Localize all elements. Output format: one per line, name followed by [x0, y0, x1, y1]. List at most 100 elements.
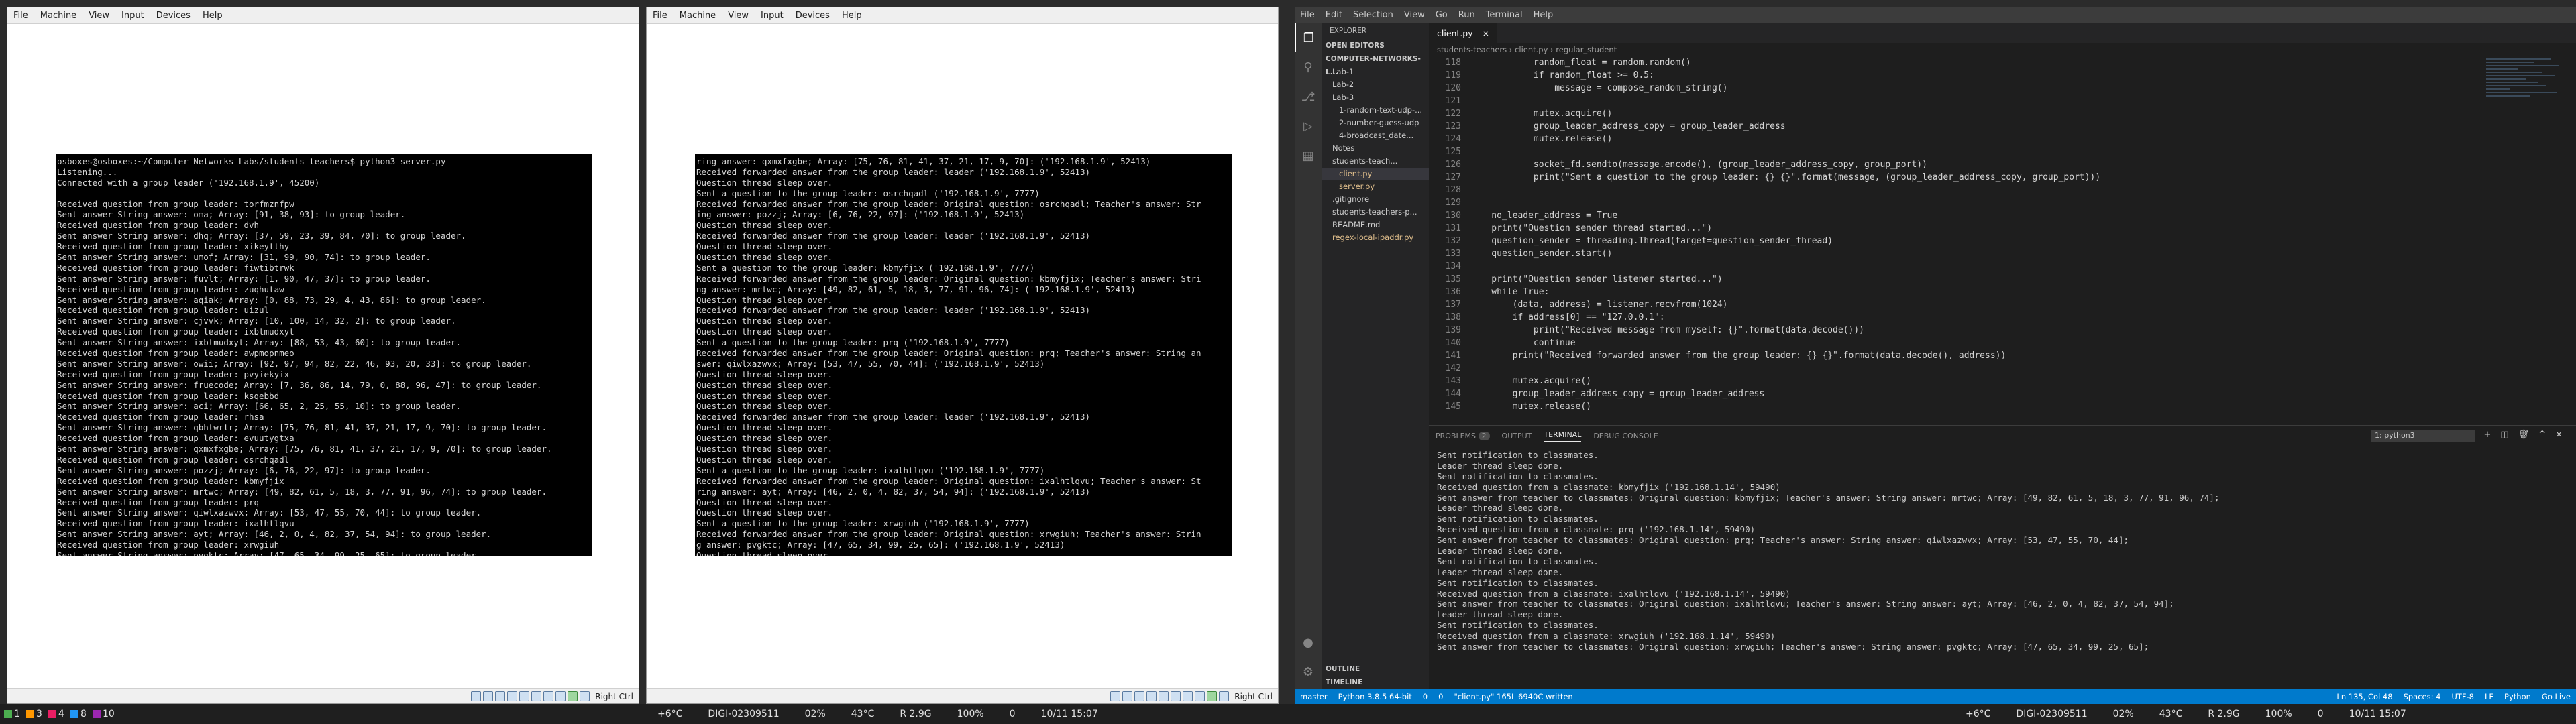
tree-item[interactable]: Notes [1322, 142, 1429, 155]
workspace-color-icon [4, 710, 12, 718]
cursor-position[interactable]: Ln 135, Col 48 [2331, 692, 2398, 701]
vm2-menu-machine[interactable]: Machine [674, 11, 722, 21]
optical-icon[interactable] [483, 691, 494, 701]
tree-item[interactable]: .gitignore [1322, 193, 1429, 206]
recording-icon[interactable] [555, 691, 566, 701]
integrated-terminal[interactable]: Sent notification to classmates. Leader t… [1437, 450, 2569, 689]
audio-icon[interactable] [495, 691, 506, 701]
code-text: print("Question sender listener started.… [1470, 274, 1723, 284]
extensions-icon[interactable]: ▦ [1295, 141, 1322, 170]
branch-status[interactable]: master [1295, 692, 1333, 701]
tab-output[interactable]: OUTPUT [1502, 432, 1532, 440]
open-editors-section[interactable]: OPEN EDITORS [1322, 39, 1429, 52]
outline-section[interactable]: OUTLINE [1322, 662, 1429, 676]
go-live[interactable]: Go Live [2536, 692, 2576, 701]
maximize-panel-icon[interactable]: ^ [2538, 430, 2546, 440]
tab-terminal[interactable]: TERMINAL [1544, 430, 1582, 442]
code-editor[interactable]: 118 random_float = random.random() 119 if… [1429, 56, 2482, 425]
vm1-menu-help[interactable]: Help [197, 11, 229, 21]
manage-gear-icon[interactable]: ⚙ [1295, 657, 1322, 686]
tree-item[interactable]: students-teach... [1322, 155, 1429, 168]
vm2-menu-view[interactable]: View [722, 11, 755, 21]
workspace-section[interactable]: COMPUTER-NETWORKS-L... [1322, 52, 1429, 76]
vsc-menu-file[interactable]: File [1295, 10, 1320, 20]
tree-item[interactable]: README.md [1322, 219, 1429, 231]
vm1-menu-input[interactable]: Input [115, 11, 150, 21]
workspace-button[interactable]: 10 [93, 709, 115, 719]
warnings-count[interactable]: 0 [1433, 692, 1448, 701]
vm2-menu-file[interactable]: File [647, 11, 674, 21]
vm1-menu-machine[interactable]: Machine [34, 11, 83, 21]
shared-folder-icon[interactable] [1171, 691, 1181, 701]
eol[interactable]: LF [2479, 692, 2499, 701]
display-icon[interactable] [543, 691, 554, 701]
vm2-menu-input[interactable]: Input [755, 11, 790, 21]
split-terminal-icon[interactable]: ◫ [2500, 430, 2508, 440]
kill-terminal-icon[interactable]: 🗑 [2518, 430, 2530, 440]
vm1-menu-devices[interactable]: Devices [150, 11, 197, 21]
timeline-section[interactable]: TIMELINE [1322, 676, 1429, 689]
language-mode[interactable]: Python [2499, 692, 2536, 701]
tree-item[interactable]: server.py [1322, 180, 1429, 193]
audio-icon[interactable] [1134, 691, 1145, 701]
vm2-menu-devices[interactable]: Devices [790, 11, 836, 21]
recording-icon[interactable] [1195, 691, 1205, 701]
tab-debug-console[interactable]: DEBUG CONSOLE [1593, 432, 1658, 440]
encoding[interactable]: UTF-8 [2446, 692, 2479, 701]
tree-item[interactable]: 4-broadcast_date... [1322, 129, 1429, 142]
tree-item[interactable]: Lab-1 [1322, 66, 1429, 78]
display-icon[interactable] [1183, 691, 1193, 701]
cpu-indicator-icon[interactable] [568, 691, 578, 701]
vsc-menu-terminal[interactable]: Terminal [1481, 10, 1528, 20]
tree-item[interactable]: students-teachers-p... [1322, 206, 1429, 219]
account-icon[interactable]: ● [1295, 627, 1322, 657]
close-panel-icon[interactable]: × [2555, 430, 2563, 440]
vm1-terminal[interactable]: osboxes@osboxes:~/Computer-Networks-Labs… [56, 154, 592, 556]
vm1-menu-view[interactable]: View [83, 11, 115, 21]
breadcrumb[interactable]: students-teachers › client.py › regular_… [1429, 43, 2576, 56]
tree-item[interactable]: regex-local-ipaddr.py [1322, 231, 1429, 244]
hdd-icon[interactable] [471, 691, 482, 701]
usb-icon[interactable] [1159, 691, 1169, 701]
tab-client-py[interactable]: client.py × [1429, 23, 1498, 43]
usb-icon[interactable] [519, 691, 530, 701]
tree-item[interactable]: 2-number-guess-udp [1322, 117, 1429, 129]
workspace-button[interactable]: 8 [70, 709, 89, 719]
network-icon[interactable] [507, 691, 518, 701]
vsc-menu-edit[interactable]: Edit [1320, 10, 1348, 20]
search-icon[interactable]: ⚲ [1295, 52, 1322, 82]
run-debug-icon[interactable]: ▷ [1295, 111, 1322, 141]
cpu-indicator-icon[interactable] [1207, 691, 1218, 701]
explorer-icon[interactable]: ❐ [1295, 23, 1322, 52]
vm1-menu-file[interactable]: File [7, 11, 34, 21]
vsc-menu-help[interactable]: Help [1528, 10, 1559, 20]
mouse-integration-icon[interactable] [580, 691, 590, 701]
optical-icon[interactable] [1122, 691, 1133, 701]
shared-folder-icon[interactable] [531, 691, 542, 701]
vsc-menu-go[interactable]: Go [1430, 10, 1453, 20]
indentation[interactable]: Spaces: 4 [2398, 692, 2447, 701]
workspace-button[interactable]: 1 [4, 709, 22, 719]
tree-item[interactable]: client.py [1322, 168, 1429, 180]
vm2-terminal[interactable]: ring answer: qxmxfxgbe; Array: [75, 76, … [695, 154, 1232, 556]
workspace-button[interactable]: 3 [26, 709, 44, 719]
new-terminal-icon[interactable]: + [2483, 430, 2491, 440]
mouse-integration-icon[interactable] [1219, 691, 1230, 701]
close-icon[interactable]: × [1483, 28, 1489, 38]
tree-item[interactable]: Lab-3 [1322, 91, 1429, 104]
tree-item[interactable]: Lab-2 [1322, 78, 1429, 91]
python-interpreter[interactable]: Python 3.8.5 64-bit [1333, 692, 1417, 701]
vsc-menu-view[interactable]: View [1399, 10, 1430, 20]
hdd-icon[interactable] [1110, 691, 1121, 701]
minimap[interactable] [2486, 56, 2567, 425]
vsc-menu-selection[interactable]: Selection [1348, 10, 1399, 20]
tree-item[interactable]: 1-random-text-udp-... [1322, 104, 1429, 117]
network-icon[interactable] [1146, 691, 1157, 701]
source-control-icon[interactable]: ⎇ [1295, 82, 1322, 111]
vm2-menu-help[interactable]: Help [836, 11, 868, 21]
workspace-button[interactable]: 4 [48, 709, 66, 719]
terminal-shell-select[interactable]: 1: python3 [2371, 430, 2475, 442]
tab-problems[interactable]: PROBLEMS 2 [1436, 431, 1490, 440]
vsc-menu-run[interactable]: Run [1453, 10, 1481, 20]
errors-count[interactable]: 0 [1417, 692, 1433, 701]
